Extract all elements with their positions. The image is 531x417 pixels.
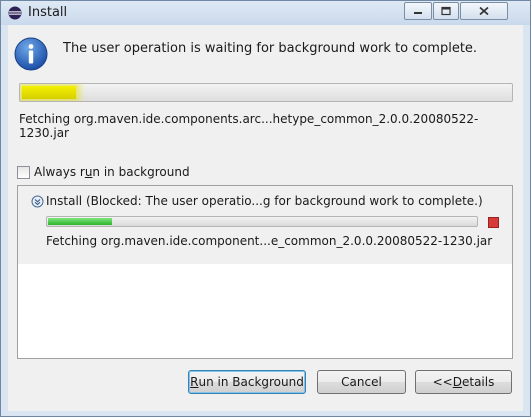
job-list: Install (Blocked: The user operatio...g …: [17, 185, 513, 359]
run-in-background-button[interactable]: Run in Background: [188, 370, 306, 394]
job-icon: [31, 195, 44, 208]
main-progress-fill: [22, 86, 76, 99]
close-icon: [479, 6, 489, 16]
minimize-button[interactable]: [404, 2, 432, 20]
details-button[interactable]: << Details: [415, 370, 512, 394]
main-progress-bar: [19, 83, 513, 102]
job-title: Install (Blocked: The user operatio...g …: [46, 194, 483, 208]
window-title: Install: [28, 5, 68, 20]
always-run-label[interactable]: Always run in background: [34, 165, 190, 179]
info-icon: [14, 37, 48, 71]
maximize-icon: [441, 6, 451, 16]
always-run-checkbox[interactable]: [17, 166, 30, 179]
close-button[interactable]: [460, 2, 508, 20]
minimize-icon: [414, 12, 422, 14]
cancel-button[interactable]: Cancel: [317, 370, 406, 394]
main-status-text: Fetching org.maven.ide.components.arc...…: [19, 112, 479, 140]
install-dialog: Install The user operation is waiting fo…: [0, 0, 531, 417]
job-progress-bar: [46, 216, 478, 227]
job-item[interactable]: Install (Blocked: The user operatio...g …: [18, 186, 512, 264]
dialog-body: The user operation is waiting for backgr…: [8, 25, 523, 411]
title-bar[interactable]: Install: [1, 1, 530, 25]
maximize-button[interactable]: [433, 2, 459, 20]
job-status-text: Fetching org.maven.ide.component...e_com…: [46, 234, 493, 248]
eclipse-icon: [8, 6, 22, 20]
stop-icon[interactable]: [488, 217, 499, 228]
job-progress-fill: [48, 218, 112, 225]
window-controls: [404, 2, 525, 20]
status-message: The user operation is waiting for backgr…: [63, 41, 478, 56]
